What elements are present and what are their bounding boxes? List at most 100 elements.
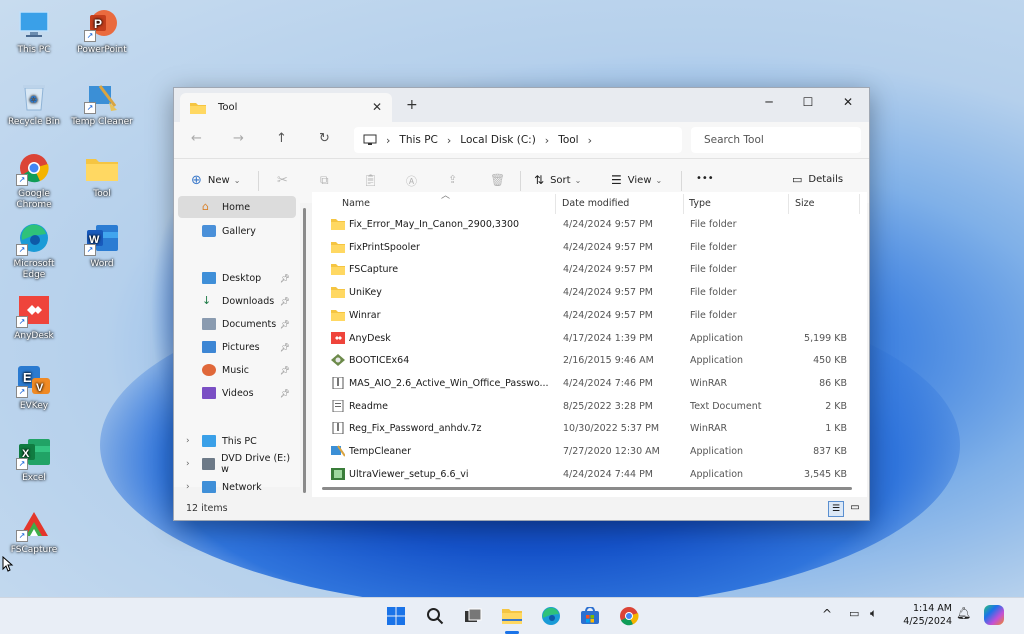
rename-icon[interactable]: Ⓐ <box>406 173 417 189</box>
search-input[interactable]: Search Tool <box>691 127 861 153</box>
sidebar-item-downloads[interactable]: ↓ Downloads 📌︎ <box>178 290 296 312</box>
chevron-right-icon[interactable]: › <box>186 436 190 446</box>
pin-icon[interactable]: 📌︎ <box>280 320 290 329</box>
new-tab-icon[interactable]: + <box>406 97 418 113</box>
more-options-button[interactable]: ••• <box>696 173 714 184</box>
file-row[interactable]: BOOTICEx64 2/16/2015 9:46 AM Application 45… <box>312 350 857 372</box>
desktop-icon-powerpoint[interactable]: P ↗ PowerPoint <box>70 6 134 56</box>
store-icon[interactable] <box>578 604 602 628</box>
file-row[interactable]: UltraViewer_setup_6.6_vi 4/24/2024 7:44 P… <box>312 464 857 486</box>
cut-icon[interactable]: ✂ <box>277 173 288 188</box>
delete-icon[interactable]: 🗑︎ <box>490 173 505 187</box>
sidebar-item-dvd-drive[interactable]: › DVD Drive (E:) w <box>178 453 296 475</box>
copilot-icon[interactable] <box>984 605 1004 625</box>
column-header-size[interactable]: Size <box>795 198 815 209</box>
sidebar-item-home[interactable]: ⌂ Home <box>178 196 296 218</box>
pin-icon[interactable]: 📌︎ <box>280 366 290 375</box>
tiles-view-icon[interactable]: ▭ <box>848 501 862 515</box>
pin-icon[interactable]: 📌︎ <box>280 274 290 283</box>
close-tab-icon[interactable]: ✕ <box>372 100 382 114</box>
desktop-icon-recycle-bin[interactable]: ♻ Recycle Bin <box>2 78 66 128</box>
folder-icon <box>331 241 345 253</box>
breadcrumb-tool[interactable]: Tool <box>558 134 578 146</box>
sidebar-item-music[interactable]: Music 📌︎ <box>178 359 296 381</box>
file-type: File folder <box>690 309 737 321</box>
paste-icon[interactable]: 📋︎ <box>363 173 378 187</box>
desktop-icon-temp-cleaner[interactable]: ↗ Temp Cleaner <box>70 78 134 128</box>
file-explorer-taskbar-icon[interactable] <box>500 604 524 634</box>
column-header-name[interactable]: Name <box>342 198 370 209</box>
breadcrumb-this-pc[interactable]: This PC <box>399 134 437 146</box>
sidebar-item-gallery[interactable]: Gallery <box>178 220 296 242</box>
file-row[interactable]: AnyDesk 4/17/2024 1:39 PM Application 5,199… <box>312 328 857 350</box>
file-row[interactable]: TempCleaner 7/27/2020 12:30 AM Application… <box>312 441 857 463</box>
file-row[interactable]: MAS_AIO_2.6_Active_Win_Office_Passwo... 4… <box>312 373 857 395</box>
desktop-icon-label: Tool <box>93 189 111 199</box>
file-row[interactable]: Readme 8/25/2022 3:28 PM Text Document 2 KB <box>312 396 857 418</box>
sidebar-item-videos[interactable]: Videos 📌︎ <box>178 382 296 404</box>
pin-icon[interactable]: 📌︎ <box>280 297 290 306</box>
sidebar-item-pictures[interactable]: Pictures 📌︎ <box>178 336 296 358</box>
view-button[interactable]: ☰ View ⌄ <box>611 173 662 187</box>
desktop-icon-chrome[interactable]: ↗ Google Chrome <box>2 150 66 211</box>
desktop-icon-edge[interactable]: ↗ Microsoft Edge <box>2 220 66 281</box>
pin-icon[interactable]: 📌︎ <box>280 343 290 352</box>
column-header-type[interactable]: Type <box>689 198 711 209</box>
desktop-icon-tool-folder[interactable]: Tool <box>70 150 134 200</box>
desktop-icon-this-pc[interactable]: This PC <box>2 6 66 56</box>
pin-icon[interactable]: 📌︎ <box>280 389 290 398</box>
start-windows-icon[interactable] <box>384 604 408 628</box>
file-row[interactable]: Fix_Error_May_In_Canon_2900,3300 4/24/202… <box>312 214 857 236</box>
desktop-icon-evkey[interactable]: EV ↗ EVKey <box>2 362 66 412</box>
file-row[interactable]: FixPrintSpooler 4/24/2024 9:57 PM File fol… <box>312 237 857 259</box>
search-icon[interactable] <box>423 604 447 628</box>
volume-icon[interactable]: 🔈︎ <box>870 606 877 621</box>
breadcrumb[interactable]: › This PC › Local Disk (C:) › Tool › <box>354 127 682 153</box>
sidebar-item-this-pc[interactable]: › This PC <box>178 430 296 452</box>
desktop-icon-fscapture[interactable]: ↗ FSCapture <box>2 506 66 556</box>
file-row[interactable]: Winrar 4/24/2024 9:57 PM File folder <box>312 305 857 327</box>
forward-arrow-icon[interactable]: → <box>233 131 244 146</box>
details-view-icon[interactable]: ☰ <box>828 501 844 517</box>
file-row[interactable]: UniKey 4/24/2024 9:57 PM File folder <box>312 282 857 304</box>
file-row[interactable]: FSCapture 4/24/2024 9:57 PM File folder <box>312 259 857 281</box>
chevron-up-icon[interactable]: ^ <box>822 607 832 621</box>
desktop-icon-anydesk[interactable]: ↗ AnyDesk <box>2 292 66 342</box>
horizontal-scrollbar[interactable] <box>322 487 852 490</box>
desktop-icon-label: Temp Cleaner <box>71 117 133 127</box>
sidebar-item-desktop[interactable]: Desktop 📌︎ <box>178 267 296 289</box>
chrome-icon[interactable] <box>617 604 641 628</box>
close-window-icon[interactable]: ✕ <box>828 92 868 112</box>
tab-tool[interactable]: Tool ✕ <box>180 93 392 122</box>
task-view-icon[interactable] <box>461 604 485 628</box>
up-arrow-icon[interactable]: ↑ <box>276 131 287 146</box>
share-icon[interactable]: ⇪ <box>448 173 457 186</box>
network-status-icon[interactable]: ▭ <box>849 607 859 620</box>
clock[interactable]: 1:14 AM 4/25/2024 <box>896 602 952 628</box>
chevron-right-icon[interactable]: › <box>186 459 190 469</box>
desktop-icon-word[interactable]: W ↗ Word <box>70 220 134 270</box>
back-arrow-icon[interactable]: ← <box>191 131 202 146</box>
sort-button[interactable]: ⇅ Sort ⌄ <box>534 173 581 187</box>
copy-icon[interactable]: ⧉ <box>320 173 329 188</box>
ultraviewer-icon <box>331 467 345 480</box>
sidebar-item-documents[interactable]: Documents 📌︎ <box>178 313 296 335</box>
maximize-icon[interactable]: ☐ <box>788 92 828 112</box>
notification-bell-icon[interactable]: 🔔︎ <box>956 606 971 620</box>
chevron-right-icon[interactable]: › <box>186 482 190 492</box>
details-button[interactable]: ▭ Details <box>792 173 843 186</box>
temp-cleaner-icon <box>331 445 346 457</box>
file-row[interactable]: Reg_Fix_Password_anhdv.7z 10/30/2022 5:37… <box>312 418 857 440</box>
file-type: Application <box>690 468 744 480</box>
archive-icon <box>331 376 345 390</box>
file-name: Winrar <box>349 309 381 321</box>
edge-icon[interactable] <box>539 604 563 628</box>
breadcrumb-local-disk[interactable]: Local Disk (C:) <box>460 134 536 146</box>
minimize-icon[interactable]: ─ <box>749 92 789 112</box>
new-button[interactable]: ⊕ New ⌄ <box>191 173 240 188</box>
column-header-date[interactable]: Date modified <box>562 198 629 209</box>
desktop-icon-excel[interactable]: X ↗ Excel <box>2 434 66 484</box>
refresh-icon[interactable]: ↻ <box>319 131 330 146</box>
sidebar-scrollbar[interactable] <box>303 208 306 493</box>
sidebar-item-network[interactable]: › Network <box>178 476 296 498</box>
